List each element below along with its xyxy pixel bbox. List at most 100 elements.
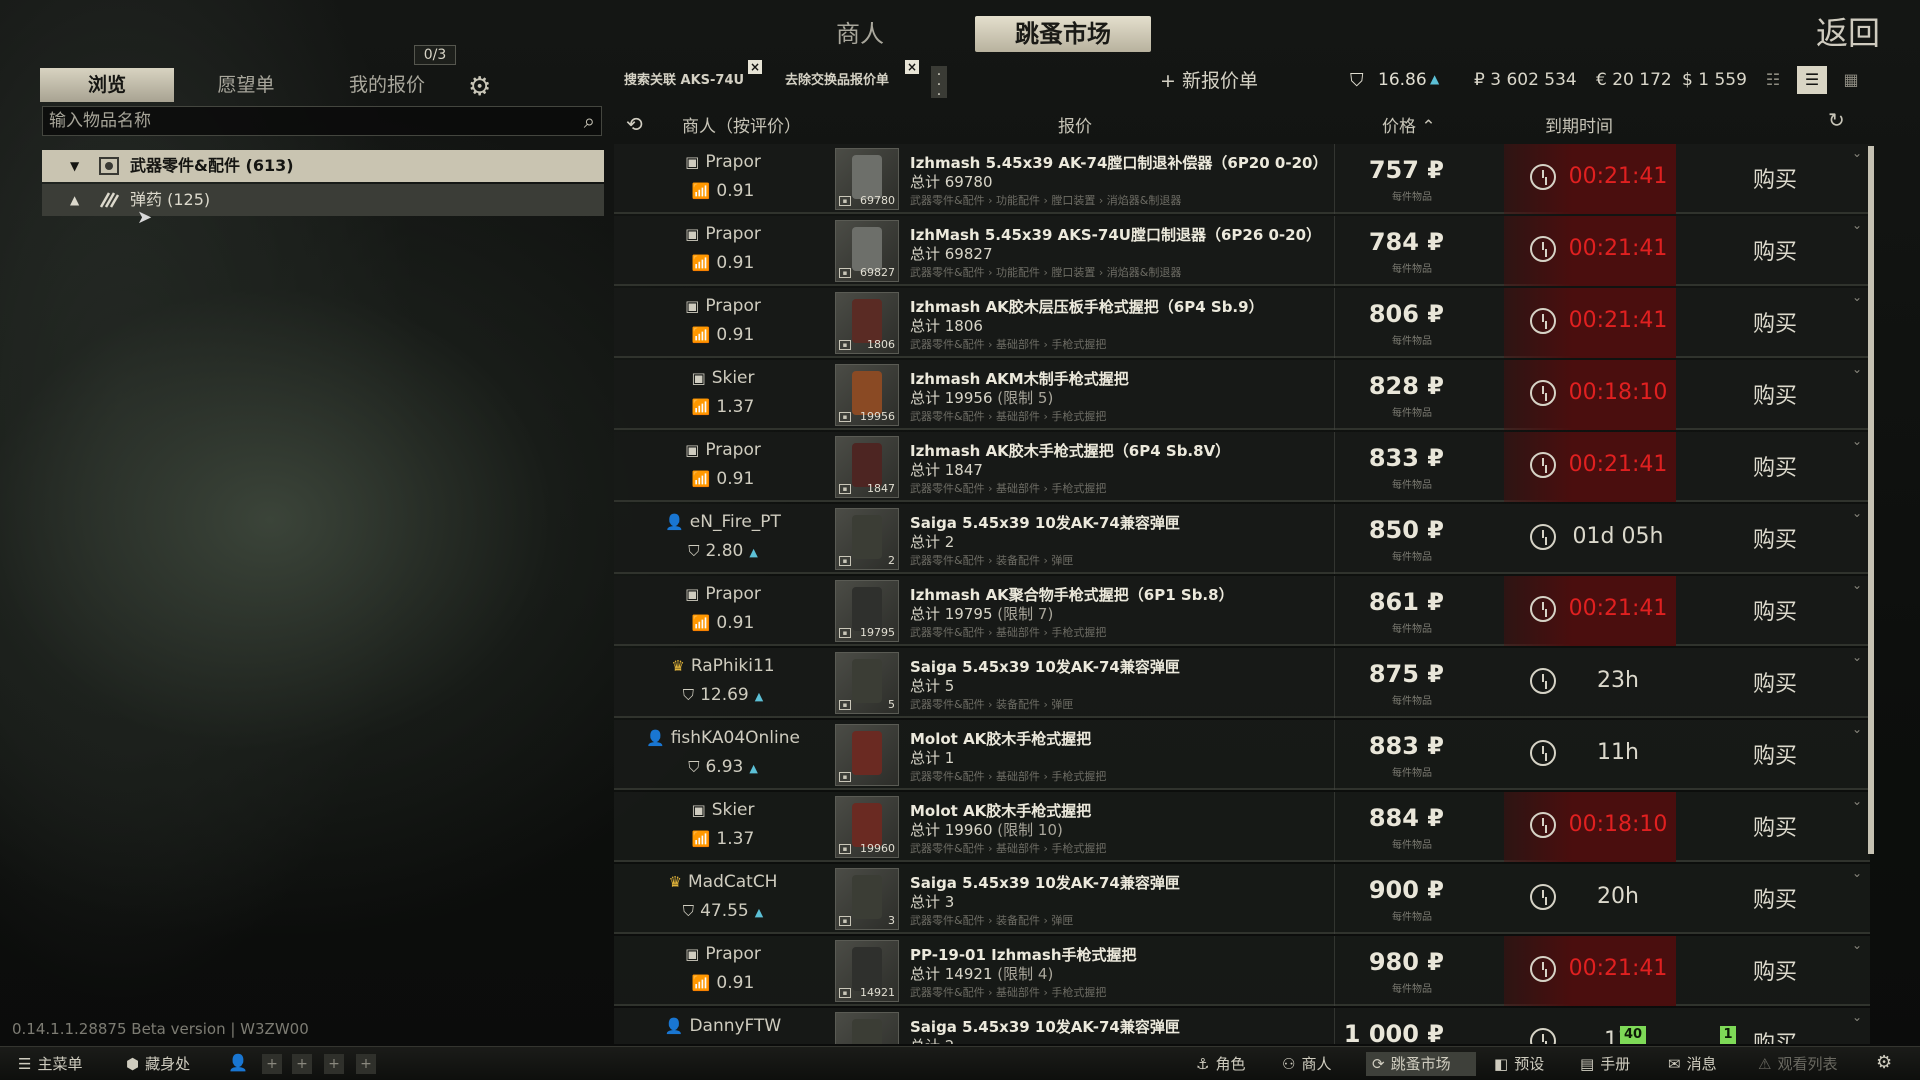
column-header-trader[interactable]: 商人（按评价） <box>682 112 801 137</box>
chevron-up-icon[interactable]: ▲ <box>70 184 79 216</box>
column-header-price[interactable]: 价格 ⌃ <box>1382 112 1436 137</box>
tab-browse[interactable]: 浏览 <box>40 68 174 102</box>
item-thumbnail[interactable]: ▪ 14921 <box>835 940 899 1002</box>
offer-row[interactable]: 👤 eN_Fire_PT ⛉ 2.80 ▲ ▪ 2 Saiga 5.45x39 10发AK-7… <box>614 504 1870 574</box>
offer-seller[interactable]: ▣ Prapor 📶 0.91 <box>614 216 832 286</box>
buy-button[interactable]: 购买 <box>1720 234 1830 266</box>
item-thumbnail[interactable]: ▪ 1847 <box>835 436 899 498</box>
buy-button[interactable]: 购买 <box>1720 954 1830 986</box>
messages-button[interactable]: ✉ 消息 <box>1668 1053 1717 1074</box>
offer-seller[interactable]: ▣ Prapor 📶 0.91 <box>614 432 832 502</box>
handbook-button[interactable]: ▤ 手册 <box>1580 1053 1630 1074</box>
offer-row[interactable]: ▣ Skier 📶 1.37 ▪ 19956 Izhmash AKM木制手枪式握把 总计 19… <box>614 360 1870 430</box>
reload-icon[interactable]: ↻ <box>1828 108 1845 132</box>
column-header-expiration[interactable]: 到期时间 <box>1545 112 1613 137</box>
chevron-down-icon[interactable]: ▼ <box>70 150 79 182</box>
chevron-down-icon[interactable]: ⌄ <box>1852 434 1862 448</box>
offer-row[interactable]: ♛ MadCatCH ⛉ 47.55 ▲ ▪ 3 Saiga 5.45x39 10发AK-74… <box>614 864 1870 934</box>
chevron-down-icon[interactable]: ⌄ <box>1852 938 1862 952</box>
chevron-down-icon[interactable]: ⌄ <box>1852 794 1862 808</box>
settings-gear-icon[interactable]: ⚙ <box>1876 1052 1892 1073</box>
item-name[interactable]: Saiga 5.45x39 10发AK-74兼容弹匣 <box>910 1016 1180 1037</box>
item-name[interactable]: Izhmash 5.45x39 AK-74膛口制退补偿器（6P20 0-20） <box>910 152 1327 173</box>
buy-button[interactable]: 购买 <box>1720 378 1830 410</box>
offer-row[interactable]: ▣ Prapor 📶 0.91 ▪ 19795 Izhmash AK聚合物手枪式握把（6P1… <box>614 576 1870 646</box>
chevron-down-icon[interactable]: ⌄ <box>1852 650 1862 664</box>
item-thumbnail[interactable]: ▪ 5 <box>835 652 899 714</box>
item-thumbnail[interactable]: ▪ 3 <box>835 868 899 930</box>
offer-row[interactable]: ▣ Prapor 📶 0.91 ▪ 1847 Izhmash AK胶木手枪式握把（6P4 S… <box>614 432 1870 502</box>
chevron-down-icon[interactable]: ⌄ <box>1852 146 1862 160</box>
stash-button[interactable]: ⬢ 藏身处 <box>126 1053 190 1074</box>
item-thumbnail[interactable]: ▪ 69780 <box>835 148 899 210</box>
add-slot-icon[interactable]: + <box>356 1054 376 1074</box>
add-slot-icon[interactable]: + <box>262 1054 282 1074</box>
offer-seller[interactable]: ▣ Prapor 📶 0.91 <box>614 288 832 358</box>
watchlist-button[interactable]: ⚠ 观看列表 <box>1758 1053 1837 1074</box>
item-thumbnail[interactable]: ▪ 19956 <box>835 364 899 426</box>
flea-market-button[interactable]: ⟳ 跳蚤市场 <box>1366 1052 1476 1076</box>
item-name[interactable]: Saiga 5.45x39 10发AK-74兼容弹匣 <box>910 872 1180 893</box>
chevron-down-icon[interactable]: ⌄ <box>1852 506 1862 520</box>
traders-button[interactable]: ⚇ 商人 <box>1282 1053 1331 1074</box>
close-icon[interactable]: × <box>748 60 762 74</box>
tab-wishlist[interactable]: 愿望单 <box>186 68 306 102</box>
more-options-button[interactable]: · · · <box>931 66 947 102</box>
offer-row[interactable]: ▣ Prapor 📶 0.91 ▪ 14921 PP-19-01 Izhmash手枪式握把总… <box>614 936 1870 1006</box>
buy-button[interactable]: 购买 <box>1720 522 1830 554</box>
buy-button[interactable]: 购买 <box>1720 810 1830 842</box>
item-name[interactable]: Izhmash AKM木制手枪式握把 <box>910 368 1129 389</box>
item-name[interactable]: Izhmash AK胶木手枪式握把（6P4 Sb.8V） <box>910 440 1230 461</box>
offer-row[interactable]: ▣ Prapor 📶 0.91 ▪ 69827 IzhMash 5.45x39 AKS-74… <box>614 216 1870 286</box>
profile-icon[interactable]: 👤 <box>228 1053 248 1072</box>
chevron-down-icon[interactable]: ⌄ <box>1852 362 1862 376</box>
item-name[interactable]: Molot AK胶木手枪式握把 <box>910 728 1091 749</box>
buy-button[interactable]: 购买 <box>1720 594 1830 626</box>
buy-button[interactable]: 购买 <box>1720 450 1830 482</box>
item-thumbnail[interactable]: ▪ <box>835 1012 899 1044</box>
item-name[interactable]: Saiga 5.45x39 10发AK-74兼容弹匣 <box>910 656 1180 677</box>
close-icon[interactable]: × <box>905 60 919 74</box>
buy-button[interactable]: 购买 <box>1720 666 1830 698</box>
character-button[interactable]: ⚓ 角色 <box>1196 1053 1245 1074</box>
offer-seller[interactable]: ▣ Prapor 📶 0.91 <box>614 936 832 1006</box>
tab-flea-market[interactable]: 跳蚤市场 <box>975 16 1151 52</box>
offer-row[interactable]: ▣ Prapor 📶 0.91 ▪ 69780 Izhmash 5.45x39 AK-74膛… <box>614 144 1870 214</box>
tab-traders[interactable]: 商人 <box>810 16 910 52</box>
chevron-down-icon[interactable]: ⌄ <box>1852 866 1862 880</box>
offer-seller[interactable]: 👤 DannyFTW <box>614 1008 832 1044</box>
main-menu-button[interactable]: ☰ 主菜单 <box>18 1053 82 1074</box>
buy-button[interactable]: 购买 <box>1720 1026 1830 1044</box>
item-thumbnail[interactable]: ▪ 19960 <box>835 796 899 858</box>
filter-chip-remove-barter[interactable]: 去除交换品报价单 <box>785 68 915 94</box>
item-name[interactable]: IzhMash 5.45x39 AKS-74U膛口制退器（6P26 0-20） <box>910 224 1321 245</box>
scrollbar[interactable] <box>1868 146 1874 854</box>
chevron-down-icon[interactable]: ⌄ <box>1852 218 1862 232</box>
search-icon[interactable]: ⌕ <box>584 109 595 133</box>
add-slot-icon[interactable]: + <box>324 1054 344 1074</box>
offer-row[interactable]: 👤 fishKA04Online ⛉ 6.93 ▲ ▪ Molot AK胶木手枪式握把 总计 … <box>614 720 1870 790</box>
item-name[interactable]: Saiga 5.45x39 10发AK-74兼容弹匣 <box>910 512 1180 533</box>
buy-button[interactable]: 购买 <box>1720 882 1830 914</box>
filter-chip-linked-search[interactable]: 搜索关联 AKS-74U <box>624 68 764 94</box>
item-thumbnail[interactable]: ▪ 1806 <box>835 292 899 354</box>
offer-seller[interactable]: ▣ Skier 📶 1.37 <box>614 792 832 862</box>
item-name[interactable]: Izhmash AK聚合物手枪式握把（6P1 Sb.8） <box>910 584 1234 605</box>
chevron-down-icon[interactable]: ⌄ <box>1852 722 1862 736</box>
tab-my-offers[interactable]: 我的报价 <box>322 68 452 102</box>
tree-item-ammo[interactable]: ▲ 弹药 (125) <box>42 184 604 216</box>
item-name[interactable]: Molot AK胶木手枪式握把 <box>910 800 1091 821</box>
offer-seller[interactable]: 👤 fishKA04Online ⛉ 6.93 ▲ <box>614 720 832 790</box>
item-name[interactable]: PP-19-01 Izhmash手枪式握把 <box>910 944 1137 965</box>
presets-button[interactable]: ◧ 预设 <box>1494 1053 1544 1074</box>
tree-item-weapon-parts[interactable]: ▼ 武器零件&配件 (613) <box>42 150 604 182</box>
column-header-offer[interactable]: 报价 <box>1058 112 1092 137</box>
chevron-down-icon[interactable]: ⌄ <box>1852 578 1862 592</box>
view-compact-icon[interactable]: ☷ <box>1758 66 1788 94</box>
offer-row[interactable]: ♛ RaPhiki11 ⛉ 12.69 ▲ ▪ 5 Saiga 5.45x39 10发AK-7… <box>614 648 1870 718</box>
chevron-down-icon[interactable]: ⌄ <box>1852 1010 1862 1024</box>
item-name[interactable]: Izhmash AK胶木层压板手枪式握把（6P4 Sb.9） <box>910 296 1264 317</box>
chevron-down-icon[interactable]: ⌄ <box>1852 290 1862 304</box>
search-input[interactable] <box>49 109 549 133</box>
offer-seller[interactable]: ♛ RaPhiki11 ⛉ 12.69 ▲ <box>614 648 832 718</box>
